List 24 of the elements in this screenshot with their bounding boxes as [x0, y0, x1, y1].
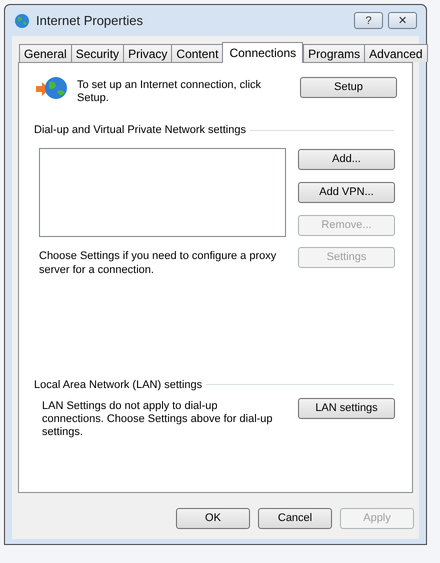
lan-settings-button[interactable]: LAN settings: [298, 398, 395, 419]
tab[interactable]: Programs: [303, 44, 366, 62]
lan-description: LAN Settings do not apply to dial-up connections. Choose Settings above for dial-up settings.: [42, 400, 274, 439]
tab[interactable]: General: [19, 44, 72, 62]
globe-icon: [14, 12, 30, 28]
add-button[interactable]: Add...: [298, 148, 395, 170]
tab[interactable]: Advanced: [364, 44, 428, 62]
setup-button[interactable]: Setup: [300, 77, 397, 98]
tab[interactable]: Content: [171, 44, 224, 62]
connections-list[interactable]: [39, 148, 286, 236]
group-label: Dial-up and Virtual Private Network settings: [34, 123, 246, 138]
add-vpn-button[interactable]: Add VPN...: [298, 182, 395, 202]
tab[interactable]: Privacy: [123, 44, 172, 62]
tab[interactable]: Connections: [222, 42, 304, 63]
proxy-description: Choose Settings if you need to configure a proxy server for a connection.: [39, 248, 278, 276]
cancel-button[interactable]: Cancel: [258, 508, 332, 529]
window-title: Internet Properties: [36, 12, 143, 30]
group-label: Local Area Network (LAN) settings: [34, 378, 202, 392]
setup-description: To set up an Internet connection, click Setup.: [77, 79, 262, 105]
globe-icon: [36, 77, 69, 101]
close-button[interactable]: ✕: [388, 12, 417, 29]
ok-button[interactable]: OK: [176, 508, 250, 529]
help-button[interactable]: ?: [354, 12, 383, 29]
tab[interactable]: Security: [70, 44, 124, 62]
